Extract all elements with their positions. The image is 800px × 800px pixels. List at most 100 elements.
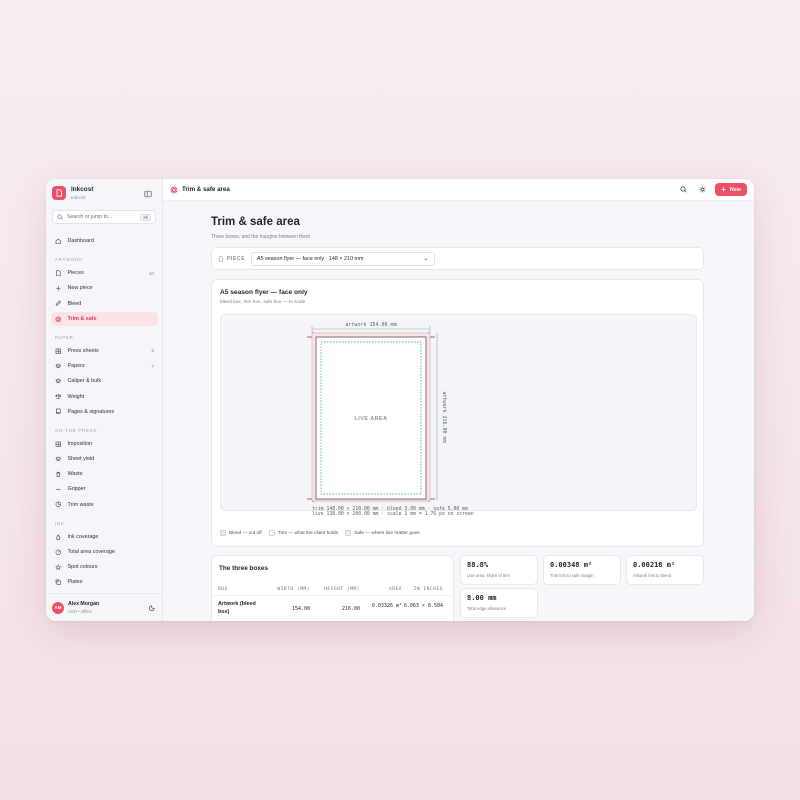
plus-icon [55, 286, 61, 291]
sidebar-item-trim-waste[interactable]: Trim waste [51, 498, 158, 512]
sidebar: Inkcost Inkcost Search or jump to... ⌘K … [46, 179, 163, 621]
count-badge: 7 [151, 363, 154, 369]
boxes-title: The three boxes [219, 565, 269, 572]
trim-diagram: artwork 154.00 mm LIVE AREA artwork 216.… [307, 322, 468, 512]
page-title: Trim & safe area [211, 216, 300, 228]
search-shortcut: ⌘K [140, 213, 151, 221]
sidebar-item-press-sheets[interactable]: Press sheets 6 [51, 344, 158, 358]
sidebar-item-gripper[interactable]: Gripper [51, 482, 158, 496]
piece-select[interactable]: A5 season flyer — face only · 148 × 210 … [251, 251, 436, 266]
sidebar-item-trim-safe[interactable]: Trim & safe [51, 311, 158, 326]
stack-icon [55, 378, 62, 384]
search-icon [680, 186, 687, 193]
sidebar-item-caliper[interactable]: Caliper & bulk [51, 374, 158, 388]
table-row[interactable]: Artwork (bleed box) 154.00 216.00 0.0332… [212, 595, 453, 616]
sidebar-item-sheet-yield[interactable]: Sheet yield [51, 452, 158, 466]
theme-toggle-button[interactable] [695, 183, 709, 197]
search-input[interactable]: Search or jump to... ⌘K [52, 210, 156, 224]
brand[interactable]: Inkcost Inkcost [52, 186, 93, 200]
count-badge: 10 [148, 270, 154, 276]
sidebar-item-spot-colours[interactable]: Spot colours [51, 560, 158, 574]
sidebar-item-dashboard[interactable]: Dashboard [51, 234, 158, 248]
document-icon [52, 186, 66, 200]
section-press: ON THE PRESS [55, 427, 98, 433]
legend-swatch [268, 530, 275, 536]
sidebar-item-plates[interactable]: Plates [51, 575, 158, 589]
section-artwork: ARTWORK [55, 257, 83, 263]
stat-value: 8.00 mm [467, 594, 497, 602]
sidebar-item-bleed[interactable]: Bleed [51, 297, 158, 311]
moon-icon[interactable] [149, 604, 156, 611]
legend-label: Trim — what the client holds [277, 530, 339, 536]
target-icon [55, 315, 62, 322]
side-dimension-label: artwork 216.00 mm [441, 391, 447, 442]
sidebar-item-label: Trim waste [67, 501, 94, 508]
avatar: AM [52, 601, 64, 614]
live-area-label: LIVE AREA [354, 416, 387, 422]
column-header: IN INCHES [413, 586, 443, 592]
main-area: Trim & safe area + New Trim & safe area … [163, 179, 754, 621]
pie-icon [55, 501, 61, 508]
user-profile[interactable]: AM Alex Morgan USD • offline [46, 593, 162, 621]
stat-value: 88.8% [467, 561, 489, 569]
sidebar-item-weight[interactable]: Weight [51, 390, 158, 404]
sidebar-toggle-icon[interactable] [144, 190, 152, 198]
file-icon [219, 255, 224, 262]
stat-card: 8.00 mm Total edge allowance [460, 588, 538, 618]
stat-value: 0.00218 m² [633, 561, 676, 569]
app-name: Inkcost [71, 186, 94, 193]
sidebar-item-total-area[interactable]: Total area coverage [51, 545, 158, 559]
home-icon [55, 238, 61, 244]
user-name: Alex Morgan [68, 601, 100, 607]
diagram-card: A5 season flyer — face only bleed box, t… [211, 279, 704, 547]
user-status: USD • offline [68, 609, 92, 614]
layers-icon [55, 363, 62, 369]
section-paper: PAPER [55, 334, 74, 340]
sidebar-item-ink-coverage[interactable]: Ink coverage [51, 530, 158, 544]
stat-label: Artwork lost to bleed [633, 573, 671, 578]
three-boxes-card: The three boxes BOX WIDTH (MM) HEIGHT (M… [211, 555, 454, 621]
sidebar-item-pages[interactable]: Pages & signatures [51, 405, 158, 419]
trim-diagram-canvas: artwork 154.00 mm LIVE AREA artwork 216.… [220, 314, 697, 517]
legend-item-bleed: Bleed — cut off [220, 530, 262, 536]
piece-selector-card: PIECE A5 season flyer — face only · 148 … [211, 247, 704, 270]
sidebar-item-waste[interactable]: Waste [51, 467, 158, 481]
diagram-title: A5 season flyer — face only [220, 289, 308, 296]
new-button[interactable]: + New [715, 183, 747, 196]
new-button-label: New [729, 186, 741, 193]
legend-item-trim: Trim — what the client holds [268, 530, 339, 536]
search-button[interactable] [676, 183, 690, 197]
gauge-icon [55, 549, 61, 555]
file-icon [56, 270, 61, 277]
stat-label: Total edge allowance [467, 606, 507, 611]
workspace-name: Inkcost [71, 195, 86, 200]
sidebar-item-label: Weight [67, 393, 85, 400]
sidebar-item-papers[interactable]: Papers 7 [51, 359, 158, 373]
cell-height: 216.00 [341, 606, 360, 612]
cell-area: 0.03326 m² [371, 603, 402, 609]
diagram-caption-2: live 138.00 × 200.00 mm · scale 1 mm = 1… [312, 512, 474, 517]
stat-card: 0.00348 m² Trim lost to safe margin [543, 555, 621, 585]
ruler-icon [55, 300, 61, 307]
column-header: HEIGHT (MM) [324, 586, 360, 592]
cell-box: Artwork (bleed box) [218, 601, 256, 615]
sidebar-item-label: Gripper [67, 486, 86, 493]
legend-label: Safe — where live matter goes [354, 530, 420, 536]
layers-icon [55, 456, 62, 462]
sidebar-item-label: Waste [67, 471, 83, 478]
grid-icon [55, 348, 61, 354]
sidebar-item-imposition[interactable]: Imposition [51, 437, 158, 451]
legend-label: Bleed — cut off [229, 530, 262, 536]
sidebar-item-new-piece[interactable]: New piece [51, 281, 158, 295]
topbar-title: Trim & safe area [182, 186, 230, 193]
legend-swatch [345, 530, 352, 536]
sidebar-item-label: Plates [67, 579, 83, 586]
diagram-subtitle: bleed box, trim box, safe box — to scale [220, 300, 306, 305]
sidebar-item-label: Pages & signatures [67, 408, 115, 415]
section-ink: INK [55, 520, 65, 526]
table-header: BOX WIDTH (MM) HEIGHT (MM) AREA IN INCHE… [212, 583, 453, 595]
column-header: BOX [218, 586, 228, 592]
app-window: Inkcost Inkcost Search or jump to... ⌘K … [46, 179, 754, 621]
sidebar-item-pieces[interactable]: Pieces 10 [51, 266, 158, 280]
scale-icon [55, 394, 62, 400]
